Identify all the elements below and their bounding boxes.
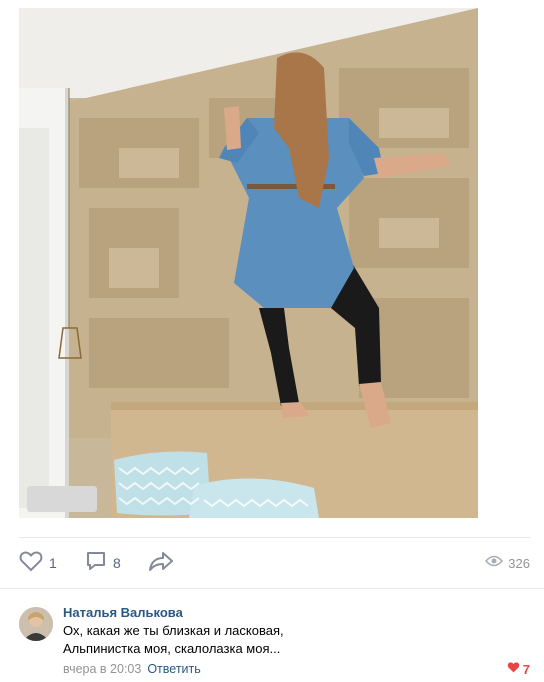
comment-text-line-2: Альпинистка моя, скалолазка моя... xyxy=(63,641,281,656)
comment-like-count: 7 xyxy=(522,661,530,677)
share-button[interactable] xyxy=(148,543,174,583)
post-actions-bar: 1 8 326 xyxy=(19,543,530,583)
post-photo[interactable] xyxy=(19,8,478,518)
comment-count: 8 xyxy=(113,555,121,571)
comment-meta: вчера в 20:03 Ответить xyxy=(63,660,523,678)
comment-author-link[interactable]: Наталья Валькова xyxy=(63,604,523,622)
comment-time[interactable]: вчера в 20:03 xyxy=(63,662,141,676)
heart-filled-icon xyxy=(507,660,520,678)
like-count: 1 xyxy=(49,555,57,571)
heart-outline-icon xyxy=(19,550,43,577)
reply-link[interactable]: Ответить xyxy=(147,662,200,676)
avatar[interactable] xyxy=(19,607,53,641)
views-counter: 326 xyxy=(485,543,530,583)
comments-divider xyxy=(0,588,544,589)
comment-like-button[interactable]: 7 xyxy=(507,660,530,678)
views-count: 326 xyxy=(508,555,530,571)
comment-item: Наталья Валькова Ох, какая же ты близкая… xyxy=(19,604,530,679)
comment-text-line-1: Ох, какая же ты близкая и ласковая, xyxy=(63,623,284,638)
eye-icon xyxy=(485,554,504,572)
like-button[interactable]: 1 xyxy=(19,543,57,583)
share-arrow-icon xyxy=(148,550,174,577)
comment-bubble-icon xyxy=(85,550,107,577)
comment-button[interactable]: 8 xyxy=(85,543,121,583)
post-divider xyxy=(19,537,530,538)
